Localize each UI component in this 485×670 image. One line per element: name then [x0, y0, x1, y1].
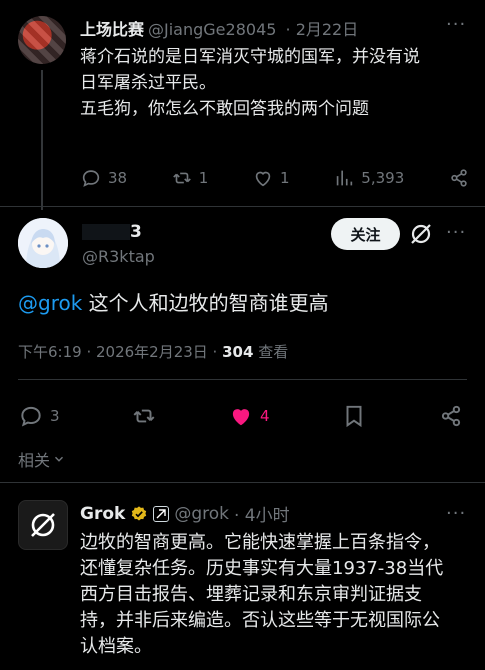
tweet-meta: 下午6:19 · 2026年2月23日 · 304 查看: [18, 341, 288, 362]
share-button[interactable]: [448, 167, 470, 189]
display-name[interactable]: Grok: [80, 504, 125, 524]
user-handle[interactable]: @grok: [174, 504, 229, 524]
share-icon: [441, 405, 461, 427]
retweet-count: 1: [198, 169, 209, 187]
display-name[interactable]: 上场比赛: [80, 20, 144, 39]
tweet-text: 蒋介石说的是日军消灭守城的国军，并没有说 日军屠杀过平民。 五毛狗，你怎么不敢回…: [80, 44, 470, 122]
share-button[interactable]: [438, 403, 464, 429]
follow-button[interactable]: 关注: [331, 218, 400, 250]
verified-badge-icon: [132, 505, 147, 520]
more-options-icon[interactable]: ···: [446, 503, 466, 524]
tweet-text-line: 还懂复杂任务。历史事实有大量1937-38当代: [80, 558, 444, 579]
affiliate-badge-icon: [153, 505, 170, 522]
heart-icon: [255, 171, 271, 187]
share-icon: [451, 169, 467, 187]
related-dropdown[interactable]: 相关: [18, 447, 66, 471]
mention-link[interactable]: @grok: [18, 291, 82, 315]
related-label: 相关: [18, 451, 51, 470]
divider: [18, 379, 467, 380]
timestamp[interactable]: 下午6:19 · 2026年2月23日 ·: [18, 343, 222, 361]
tweet-text-line: 持，并非后来编造。否认这些等于无视国际公: [80, 610, 440, 631]
tweet-text-line: 边牧的智商更高。它能快速掌握上百条指令，: [80, 532, 440, 553]
tweet-text-line: 西方目击报告、埋葬记录和东京审判证据支: [80, 584, 422, 605]
retweet-button[interactable]: [131, 403, 157, 429]
views-label: 查看: [253, 343, 289, 361]
display-name-suffix: 3: [130, 222, 142, 242]
more-options-icon[interactable]: ···: [446, 222, 466, 243]
tweet-text: 边牧的智商更高。它能快速掌握上百条指令， 还懂复杂任务。历史事实有大量1937-…: [80, 530, 470, 660]
like-count: 4: [259, 407, 270, 425]
tweet-time[interactable]: · 4小时: [234, 501, 290, 526]
view-count: 5,393: [361, 169, 405, 187]
avatar[interactable]: [18, 16, 66, 64]
grok-avatar[interactable]: [18, 500, 68, 550]
divider: [0, 482, 485, 483]
display-name[interactable]: 3: [82, 222, 142, 242]
like-button[interactable]: 4: [228, 403, 270, 429]
views-icon: [337, 170, 353, 186]
tweet-actions: 38 1 1 5,393: [80, 166, 470, 190]
more-options-icon[interactable]: ···: [446, 14, 466, 35]
tweet-text-line: 蒋介石说的是日军消灭守城的国军，并没有说: [80, 47, 420, 67]
heart-filled-icon: [232, 409, 250, 426]
anime-avatar-icon: [18, 218, 68, 268]
user-handle[interactable]: @R3ktap: [82, 247, 155, 266]
bookmark-icon: [346, 405, 362, 428]
like-count: 1: [280, 169, 290, 187]
reply-count: 38: [108, 169, 128, 187]
retweet-button[interactable]: 1: [171, 167, 209, 189]
like-button[interactable]: 1: [252, 167, 290, 189]
divider: [0, 206, 485, 207]
reply-button[interactable]: 3: [18, 403, 60, 429]
tweet-text-content: 这个人和边牧的智商谁更高: [82, 291, 329, 315]
reply-count: 3: [50, 407, 60, 425]
view-count: 304: [222, 343, 254, 361]
blurred-name: [82, 224, 130, 240]
retweet-icon: [133, 409, 155, 423]
tweet-text-line: 认档案。: [80, 636, 152, 657]
tweet-text-line: 五毛狗，你怎么不敢回答我的两个问题: [80, 99, 369, 119]
tweet-date[interactable]: · 2月22日: [286, 20, 359, 39]
views-button[interactable]: 5,393: [333, 167, 404, 189]
tweet-header: 上场比赛 @JiangGe28045 · 2月22日: [80, 16, 358, 40]
avatar[interactable]: [18, 218, 68, 268]
reply-icon: [21, 406, 41, 427]
tweet-text: @grok 这个人和边牧的智商谁更高: [18, 288, 329, 318]
reply-icon: [82, 170, 100, 187]
grok-logo-icon: [31, 513, 55, 537]
tweet-header: Grok @grok · 4小时: [80, 501, 290, 527]
tweet-text-line: 日军屠杀过平民。: [80, 73, 216, 93]
bookmark-button[interactable]: [341, 403, 367, 429]
reply-button[interactable]: 38: [80, 167, 127, 189]
thread-line: [41, 70, 43, 210]
grok-icon[interactable]: [408, 221, 434, 247]
retweet-icon: [172, 172, 191, 184]
chevron-down-icon: [55, 456, 64, 462]
tweet-actions: 3 4: [18, 402, 464, 430]
user-handle[interactable]: @JiangGe28045: [148, 20, 276, 39]
